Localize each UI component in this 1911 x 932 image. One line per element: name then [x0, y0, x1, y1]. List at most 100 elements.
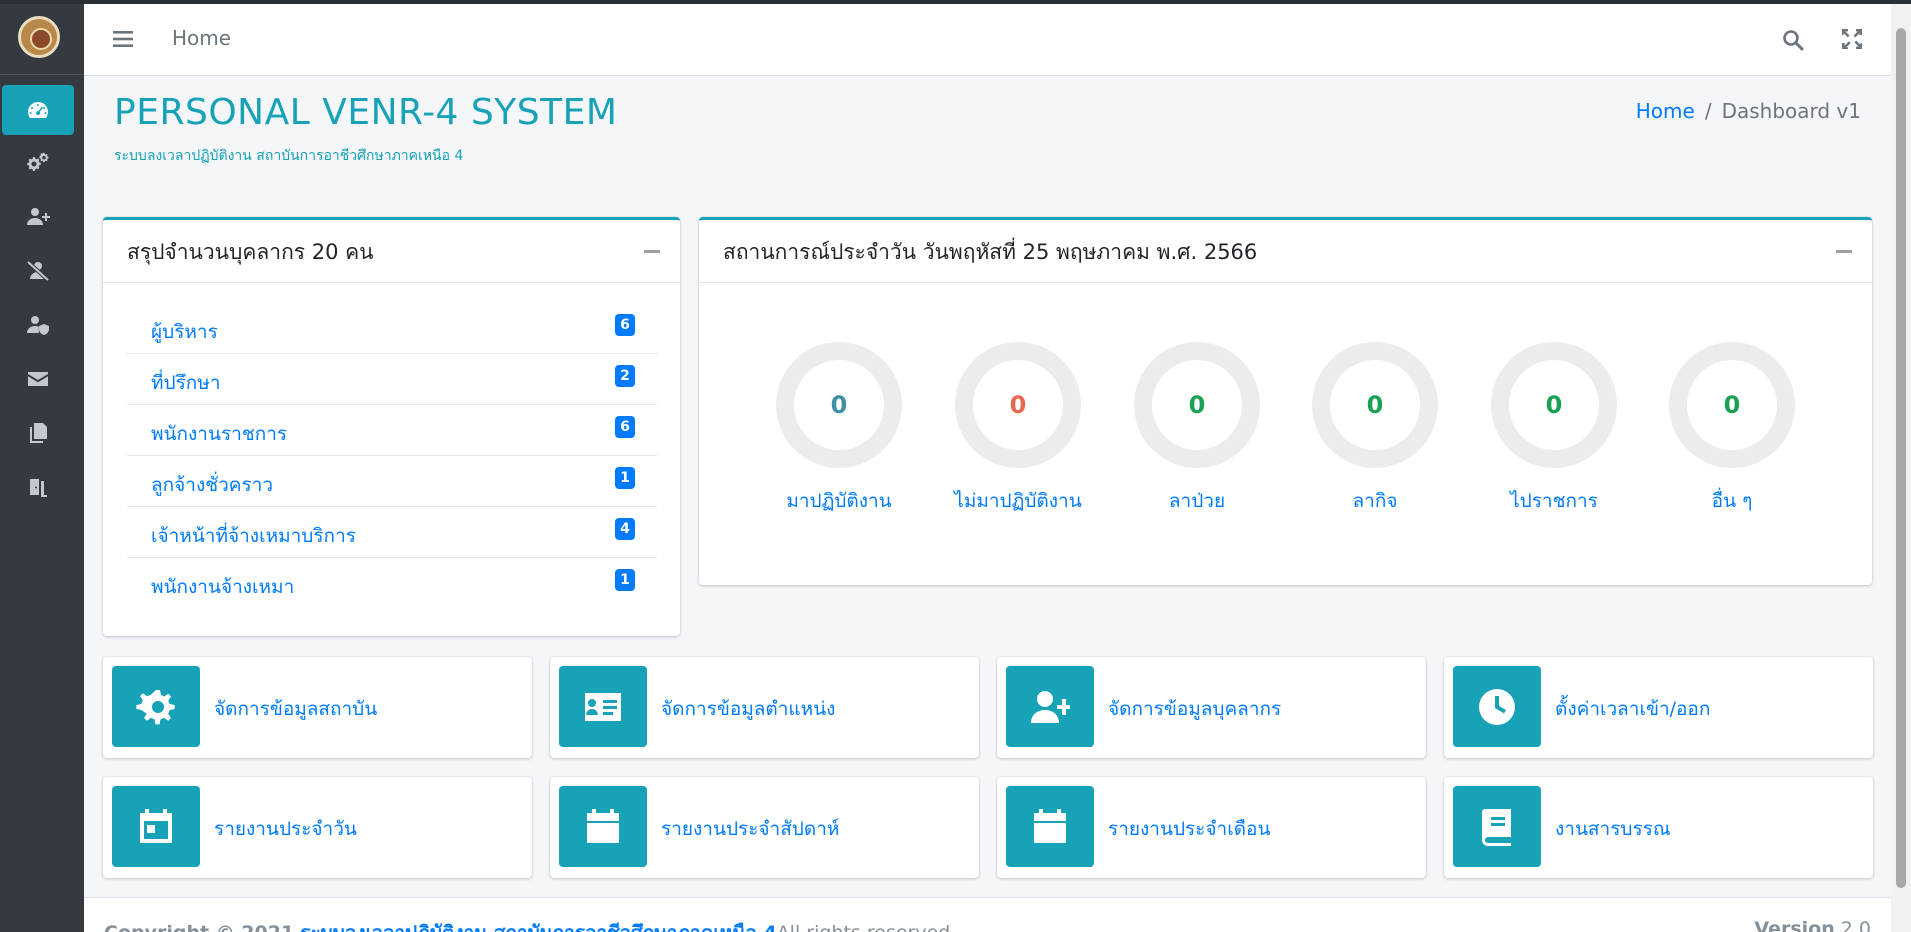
shortcut-tile[interactable]: งานสารบรรณ — [1444, 777, 1873, 878]
list-item[interactable]: เจ้าหน้าที่จ้างเหมาบริการ 4 — [127, 507, 657, 558]
sidebar-item-mail[interactable] — [2, 354, 74, 404]
breadcrumb: Home / Dashboard v1 — [1636, 99, 1861, 123]
envelope-icon — [28, 372, 48, 386]
sidebar-item-add-user[interactable] — [2, 192, 74, 242]
sidebar-item-user-shield[interactable] — [2, 300, 74, 350]
clock-icon — [1479, 688, 1515, 725]
copy-icon — [30, 423, 47, 443]
status-knob-label: ไม่มาปฏิบัติงาน — [954, 490, 1082, 512]
shortcut-tile[interactable]: รายงานประจำเดือน — [997, 777, 1426, 878]
tile-icon-box[interactable] — [112, 666, 200, 747]
list-item-label[interactable]: พนักงานจ้างเหมา — [151, 572, 294, 602]
nav-home-link[interactable]: Home — [172, 26, 231, 50]
shortcut-tile[interactable]: ตั้งค่าเวลาเข้า/ออก — [1444, 657, 1873, 758]
version-number: 2.0 — [1840, 918, 1871, 932]
count-badge: 2 — [615, 365, 635, 387]
gears-icon — [27, 152, 49, 171]
sidebar — [0, 0, 84, 932]
search-icon[interactable] — [1781, 28, 1805, 52]
top-navbar: Home — [84, 4, 1891, 76]
footer: Copyright © 2021 ระบบลงเวลาปฏิบัติงาน สถ… — [84, 897, 1891, 932]
sidebar-item-logout[interactable] — [2, 462, 74, 512]
logo[interactable] — [18, 16, 60, 58]
sidebar-item-user-disable[interactable] — [2, 246, 74, 296]
tile-icon-box[interactable] — [1006, 666, 1094, 747]
sidebar-item-dashboard[interactable] — [2, 85, 74, 135]
page-title: PERSONAL VENR-4 SYSTEM — [114, 92, 618, 133]
tile-label[interactable]: ตั้งค่าเวลาเข้า/ออก — [1555, 694, 1710, 724]
list-item-label[interactable]: พนักงานราชการ — [151, 419, 287, 449]
status-knob-label: มาปฏิบัติงาน — [786, 490, 892, 512]
page-scrollbar[interactable] — [1891, 0, 1911, 932]
count-badge: 1 — [615, 569, 635, 591]
user-shield-icon — [27, 316, 49, 335]
count-badge: 4 — [615, 518, 635, 540]
footer-link[interactable]: ระบบลงเวลาปฏิบัติงาน สถาบันการอาชีวศึกษา… — [300, 922, 776, 932]
calendar-icon — [587, 808, 619, 843]
list-item-label[interactable]: ผู้บริหาร — [151, 317, 218, 347]
scrollbar-thumb[interactable] — [1896, 28, 1906, 888]
tachometer-icon — [28, 102, 48, 119]
shortcut-tile[interactable]: จัดการข้อมูลสถาบัน — [103, 657, 532, 758]
tile-icon-box[interactable] — [559, 666, 647, 747]
list-item[interactable]: พนักงานจ้างเหมา 1 — [127, 558, 657, 609]
sidebar-divider — [0, 74, 84, 75]
tile-label[interactable]: รายงานประจำสัปดาห์ — [661, 814, 839, 844]
tile-label[interactable]: รายงานประจำวัน — [214, 814, 357, 844]
card-title: สรุปจำนวนบุคลากร 20 คน — [127, 240, 374, 264]
book-icon — [1482, 808, 1511, 846]
status-knob: 0 — [1491, 342, 1617, 468]
status-knob: 0 — [1669, 342, 1795, 468]
fullscreen-icon[interactable] — [1841, 28, 1863, 50]
footer-version: Version 2.0 — [1754, 918, 1871, 932]
tile-label[interactable]: จัดการข้อมูลสถาบัน — [214, 694, 377, 724]
tile-icon-box[interactable] — [1453, 786, 1541, 867]
door-icon — [30, 479, 47, 497]
hamburger-menu-icon[interactable] — [112, 28, 134, 50]
tile-icon-box[interactable] — [1006, 786, 1094, 867]
tile-label[interactable]: จัดการข้อมูลตำแหน่ง — [661, 694, 835, 724]
card-header: สรุปจำนวนบุคลากร 20 คน — [103, 220, 680, 283]
status-knob: 0 — [1134, 342, 1260, 468]
list-item[interactable]: ลูกจ้างชั่วคราว 1 — [127, 456, 657, 507]
staff-list: ผู้บริหาร 6 ที่ปรึกษา 2 พนักงานราชการ 6 ลูก… — [127, 303, 657, 609]
user-plus-icon — [1031, 690, 1070, 723]
count-badge: 6 — [615, 416, 635, 438]
breadcrumb-home-link[interactable]: Home — [1636, 99, 1695, 123]
status-knob: 0 — [776, 342, 902, 468]
shortcut-tile[interactable]: รายงานประจำวัน — [103, 777, 532, 878]
tile-label[interactable]: งานสารบรรณ — [1555, 814, 1671, 844]
sidebar-item-settings[interactable] — [2, 138, 74, 188]
status-knob-label: ไปราชการ — [1510, 490, 1598, 512]
tile-icon-box[interactable] — [112, 786, 200, 867]
list-item-label[interactable]: ที่ปรึกษา — [151, 368, 221, 398]
list-item[interactable]: ผู้บริหาร 6 — [127, 303, 657, 354]
sidebar-item-documents[interactable] — [2, 408, 74, 458]
shortcut-tile[interactable]: จัดการข้อมูลตำแหน่ง — [550, 657, 979, 758]
id-card-icon — [585, 692, 621, 721]
status-knob: 0 — [955, 342, 1081, 468]
list-item[interactable]: ที่ปรึกษา 2 — [127, 354, 657, 405]
status-knob: 0 — [1312, 342, 1438, 468]
breadcrumb-separator: / — [1704, 99, 1712, 123]
list-item[interactable]: พนักงานราชการ 6 — [127, 405, 657, 456]
top-border — [0, 0, 1911, 4]
card-title: สถานการณ์ประจำวัน วันพฤหัสที่ 25 พฤษภาคม… — [723, 240, 1258, 264]
list-item-label[interactable]: เจ้าหน้าที่จ้างเหมาบริการ — [151, 521, 356, 551]
shortcut-tile[interactable]: รายงานประจำสัปดาห์ — [550, 777, 979, 878]
shortcut-tile[interactable]: จัดการข้อมูลบุคลากร — [997, 657, 1426, 758]
user-plus-icon — [27, 208, 50, 225]
breadcrumb-current: Dashboard v1 — [1721, 99, 1861, 123]
tile-label[interactable]: จัดการข้อมูลบุคลากร — [1108, 694, 1281, 724]
minimize-icon[interactable] — [1836, 250, 1852, 253]
count-badge: 1 — [615, 467, 635, 489]
count-badge: 6 — [615, 314, 635, 336]
tile-label[interactable]: รายงานประจำเดือน — [1108, 814, 1270, 844]
list-item-label[interactable]: ลูกจ้างชั่วคราว — [151, 470, 273, 500]
gear-icon — [136, 689, 175, 724]
tile-icon-box[interactable] — [1453, 666, 1541, 747]
minimize-icon[interactable] — [644, 250, 660, 253]
tile-icon-box[interactable] — [559, 786, 647, 867]
calendar-icon — [1034, 808, 1066, 843]
version-label: Version — [1754, 918, 1835, 932]
